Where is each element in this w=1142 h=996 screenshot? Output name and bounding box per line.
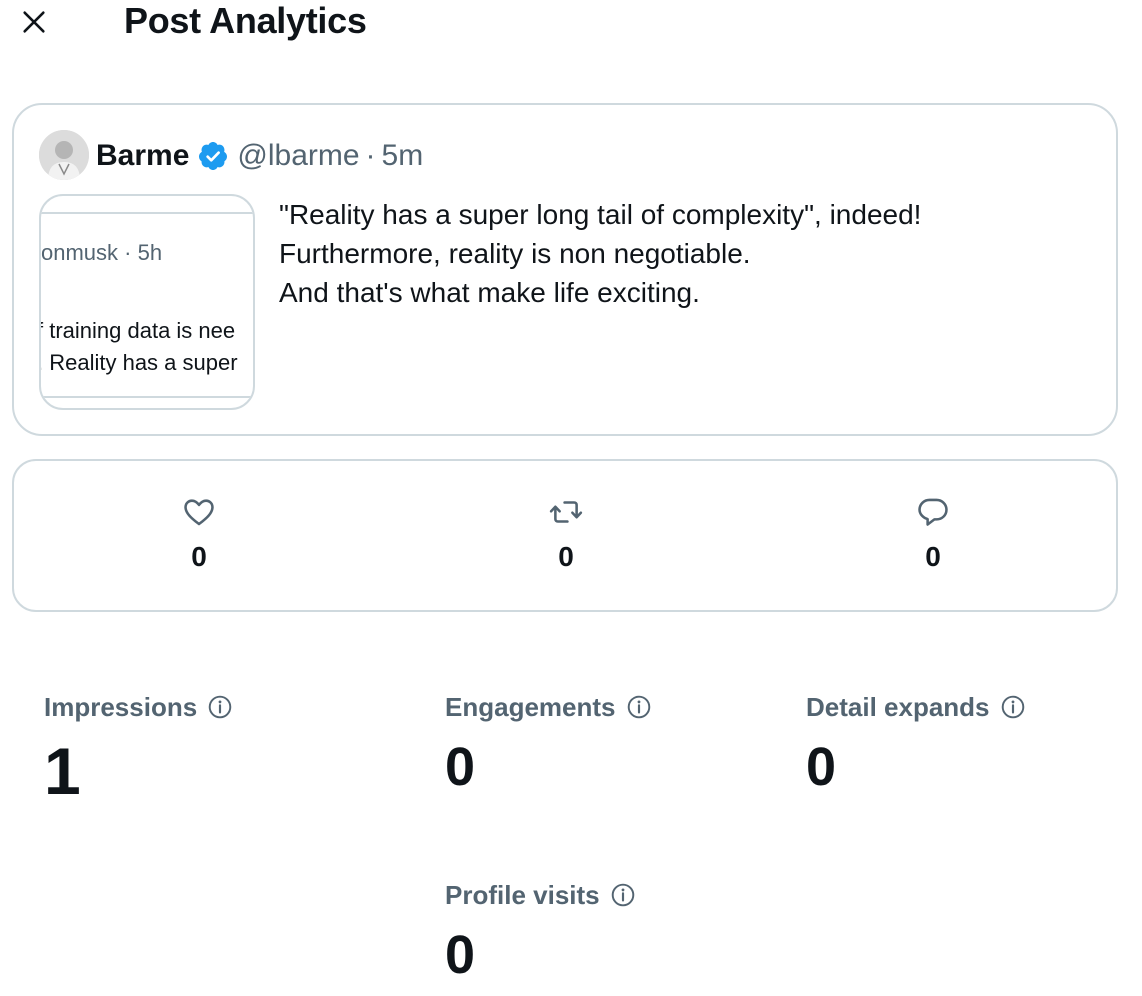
- profile-visits-metric: Profile visits 0: [445, 878, 636, 986]
- engagements-metric: Engagements 0: [445, 690, 652, 798]
- close-icon: [23, 11, 45, 33]
- impressions-label: Impressions: [44, 691, 198, 722]
- engagements-label: Engagements: [445, 691, 616, 722]
- info-icon[interactable]: [610, 882, 636, 908]
- detail-expands-label: Detail expands: [806, 691, 990, 722]
- author-name[interactable]: Barme: [96, 139, 189, 173]
- detail-expands-metric: Detail expands 0: [806, 690, 1026, 798]
- post-time[interactable]: 5m: [382, 139, 424, 173]
- reposts-stat[interactable]: 0: [506, 495, 626, 573]
- profile-visits-value: 0: [445, 925, 476, 985]
- post-card[interactable]: Barme @lbarme · 5m onmusk · 5h f trainin…: [12, 103, 1118, 436]
- author-row: Barme @lbarme · 5m: [96, 133, 423, 179]
- impressions-value: 1: [44, 734, 81, 808]
- avatar[interactable]: [39, 130, 89, 180]
- info-icon[interactable]: [626, 694, 652, 720]
- info-icon[interactable]: [207, 694, 233, 720]
- quoted-post-meta: onmusk · 5h: [41, 240, 163, 265]
- profile-visits-label: Profile visits: [445, 879, 600, 910]
- likes-stat[interactable]: 0: [139, 495, 259, 573]
- impressions-metric: Impressions 1: [44, 690, 233, 806]
- engagement-card: 0 0 0: [12, 459, 1118, 612]
- separator-dot: ·: [365, 139, 376, 172]
- replies-stat[interactable]: 0: [873, 495, 993, 573]
- detail-expands-value: 0: [806, 737, 837, 797]
- post-text-line: And that's what make life exciting.: [279, 277, 700, 308]
- reposts-count: 0: [558, 541, 574, 572]
- quoted-divider-bottom: [41, 396, 253, 398]
- repost-icon: [549, 501, 583, 523]
- verified-badge-icon: [199, 142, 228, 170]
- quoted-post-text-line-2: . Reality has a super: [39, 350, 238, 375]
- post-text: "Reality has a super long tail of comple…: [279, 195, 1099, 312]
- likes-count: 0: [191, 541, 207, 572]
- header: Post Analytics: [0, 0, 1142, 60]
- reply-icon: [918, 498, 948, 526]
- info-icon[interactable]: [1000, 694, 1026, 720]
- quoted-post-text-line-1: f training data is nee: [39, 318, 236, 343]
- quoted-divider-top: [41, 212, 253, 214]
- close-button[interactable]: [14, 2, 54, 42]
- replies-count: 0: [925, 541, 941, 572]
- heart-icon: [184, 499, 214, 526]
- page-title: Post Analytics: [124, 0, 367, 41]
- post-text-line: "Reality has a super long tail of comple…: [279, 199, 922, 230]
- engagements-value: 0: [445, 737, 476, 797]
- author-handle[interactable]: @lbarme: [237, 139, 359, 173]
- post-text-line: Furthermore, reality is non negotiable.: [279, 238, 751, 269]
- quoted-post-thumbnail[interactable]: onmusk · 5h f training data is nee . Rea…: [39, 194, 255, 410]
